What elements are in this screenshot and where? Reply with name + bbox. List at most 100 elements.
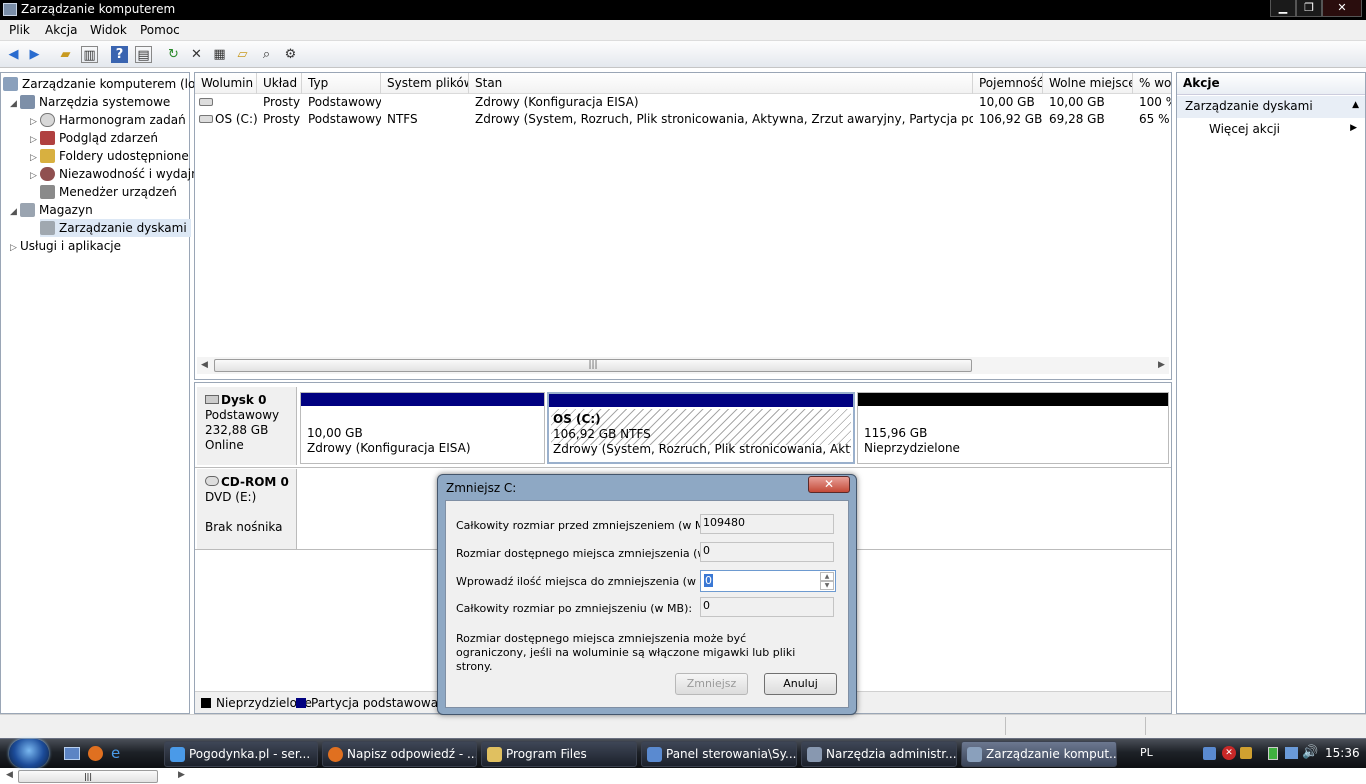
- start-button[interactable]: [9, 739, 49, 768]
- menu-view[interactable]: Widok: [90, 23, 127, 37]
- cdrom0-label[interactable]: CD-ROM 0 DVD (E:) Brak nośnika: [197, 469, 297, 549]
- tree-item-system-tools[interactable]: ◢ Narzędzia systemowe: [10, 93, 170, 111]
- search-icon[interactable]: ⌕: [258, 46, 275, 63]
- cancel-button[interactable]: Anuluj: [764, 673, 837, 695]
- refresh-icon[interactable]: ↻: [165, 46, 182, 63]
- show-desktop-icon[interactable]: [64, 747, 80, 760]
- folder-up-icon[interactable]: ▰: [57, 46, 74, 63]
- tree-item-computer-management[interactable]: Zarządzanie komputerem (loka: [3, 75, 209, 93]
- menu-help[interactable]: Pomoc: [140, 23, 180, 37]
- taskbar-item-computer-management[interactable]: Zarządzanie komput...: [961, 741, 1117, 767]
- language-indicator[interactable]: PL: [1140, 746, 1153, 759]
- partition-os-c[interactable]: OS (C:) 106,92 GB NTFS Zdrowy (System, Roz…: [547, 392, 855, 464]
- show-hide-tree-icon[interactable]: ▥: [81, 46, 98, 63]
- scrollbar-thumb[interactable]: |||: [18, 770, 158, 783]
- column-capacity[interactable]: Pojemność: [973, 73, 1043, 94]
- show-hide-action-pane-icon[interactable]: ▤: [135, 46, 152, 63]
- legend-unallocated-swatch: [201, 698, 211, 708]
- column-type[interactable]: Typ: [302, 73, 381, 94]
- status-divider: [1005, 717, 1006, 735]
- open-icon[interactable]: ▱: [234, 46, 251, 63]
- shrink-button[interactable]: Zmniejsz: [675, 673, 748, 695]
- scroll-left-icon[interactable]: ◀: [6, 770, 13, 780]
- disk0-label[interactable]: Dysk 0 Podstawowy 232,88 GB Online: [197, 387, 297, 465]
- menu-file[interactable]: Plik: [9, 23, 30, 37]
- system-tools-icon: [20, 95, 35, 109]
- scroll-right-icon[interactable]: ▶: [178, 770, 185, 780]
- spin-up-icon[interactable]: ▲: [820, 572, 834, 581]
- column-volume[interactable]: Wolumin: [195, 73, 257, 94]
- back-arrow-icon[interactable]: ◀: [5, 46, 22, 63]
- column-layout[interactable]: Układ: [257, 73, 302, 94]
- taskbar-item-admin-tools[interactable]: Narzędzia administr...: [801, 741, 957, 767]
- column-filesystem[interactable]: System plików: [381, 73, 469, 94]
- cell-free-space: 10,00 GB: [1049, 95, 1105, 109]
- cell-layout: Prosty: [263, 112, 301, 126]
- expand-arrow-icon[interactable]: ▷: [30, 167, 40, 185]
- internet-explorer-icon: [170, 747, 185, 762]
- spin-down-icon[interactable]: ▼: [820, 581, 834, 590]
- table-row[interactable]: OS (C:) Prosty Podstawowy NTFS Zdrowy (S…: [195, 111, 1171, 128]
- tray-app-icon[interactable]: [1240, 747, 1252, 759]
- clock[interactable]: 15:36: [1325, 746, 1360, 760]
- volume-list-horizontal-scrollbar[interactable]: ◀ ||| ▶: [197, 357, 1169, 374]
- taskbar-item-control-panel[interactable]: Panel sterowania\Sy...: [641, 741, 797, 767]
- column-free-percent[interactable]: % wol: [1133, 73, 1171, 94]
- cell-type: Podstawowy: [308, 112, 381, 126]
- actions-section-disk-management[interactable]: Zarządzanie dyskami ▲: [1177, 96, 1365, 118]
- restore-button[interactable]: ❐: [1296, 0, 1322, 17]
- divider: [195, 467, 1171, 468]
- security-alert-icon[interactable]: ✕: [1222, 746, 1236, 760]
- scrollbar-thumb[interactable]: |||: [214, 359, 972, 372]
- taskbar-item-pogodynka[interactable]: Pogodynka.pl - ser...: [164, 741, 318, 767]
- network-tray-icon[interactable]: [1203, 747, 1216, 760]
- partition-eisa[interactable]: 10,00 GB Zdrowy (Konfiguracja EISA): [300, 392, 545, 464]
- expand-arrow-icon[interactable]: ▷: [10, 239, 20, 257]
- table-row[interactable]: Prosty Podstawowy Zdrowy (Konfiguracja E…: [195, 94, 1171, 111]
- submenu-arrow-icon: ▶: [1350, 123, 1357, 133]
- shrink-amount-stepper[interactable]: 0 ▲ ▼: [700, 570, 836, 592]
- tree-item-event-viewer[interactable]: ▷ Podgląd zdarzeń: [30, 129, 158, 147]
- primary-partition-bar: [301, 393, 544, 406]
- scroll-right-icon[interactable]: ▶: [1158, 360, 1165, 370]
- minimize-button[interactable]: ▁: [1270, 0, 1296, 17]
- collapse-arrow-icon[interactable]: ◢: [10, 95, 20, 113]
- taskbar-item-reply[interactable]: Napisz odpowiedź - ...: [322, 741, 477, 767]
- tree-item-shared-folders[interactable]: ▷ Foldery udostępnione: [30, 147, 189, 165]
- cell-status: Zdrowy (Konfiguracja EISA): [475, 95, 639, 109]
- tree-item-reliability[interactable]: ▷ Niezawodność i wydajn: [30, 165, 199, 183]
- column-free-space[interactable]: Wolne miejsce: [1043, 73, 1133, 94]
- delete-icon[interactable]: ✕: [188, 46, 205, 63]
- partition-unallocated[interactable]: 115,96 GB Nieprzydzielone: [857, 392, 1169, 464]
- more-actions-item[interactable]: Więcej akcji ▶: [1177, 120, 1365, 140]
- forward-arrow-icon[interactable]: ▶: [26, 46, 43, 63]
- properties-icon[interactable]: ▦: [211, 46, 228, 63]
- column-status[interactable]: Stan: [469, 73, 973, 94]
- dialog-content: Całkowity rozmiar przed zmniejszeniem (w…: [445, 500, 849, 708]
- tree-item-services[interactable]: ▷ Usługi i aplikacje: [10, 237, 121, 255]
- shrink-amount-input[interactable]: 0: [704, 574, 713, 587]
- dialog-close-button[interactable]: ✕: [808, 476, 850, 493]
- volume-icon[interactable]: 🔊: [1302, 745, 1318, 760]
- battery-icon[interactable]: [1268, 747, 1278, 760]
- collapse-arrow-icon[interactable]: ▲: [1352, 100, 1359, 110]
- navigation-tree: Zarządzanie komputerem (loka ◢ Narzędzia …: [0, 72, 209, 783]
- collapse-arrow-icon[interactable]: ◢: [10, 203, 20, 221]
- firefox-icon[interactable]: [88, 746, 103, 761]
- tree-item-task-scheduler[interactable]: ▷ Harmonogram zadań: [30, 111, 186, 129]
- internet-explorer-icon[interactable]: e: [111, 745, 120, 761]
- settings-icon[interactable]: ⚙: [282, 46, 299, 63]
- folder-icon: [487, 747, 502, 762]
- tree-item-disk-management[interactable]: Zarządzanie dyskami: [40, 219, 191, 237]
- taskbar-item-program-files[interactable]: Program Files: [481, 741, 637, 767]
- menu-action[interactable]: Akcja: [45, 23, 77, 37]
- scroll-left-icon[interactable]: ◀: [201, 360, 208, 370]
- network-icon[interactable]: [1285, 747, 1298, 759]
- disk0-size: 232,88 GB: [205, 423, 269, 437]
- help-icon[interactable]: ?: [111, 46, 128, 63]
- tree-item-device-manager[interactable]: Menedżer urządzeń: [40, 183, 177, 201]
- disk-icon: [205, 395, 219, 404]
- tree-item-storage[interactable]: ◢ Magazyn: [10, 201, 93, 219]
- close-button[interactable]: ✕: [1322, 0, 1362, 17]
- tree-horizontal-scrollbar[interactable]: ◀ ||| ▶: [6, 770, 186, 784]
